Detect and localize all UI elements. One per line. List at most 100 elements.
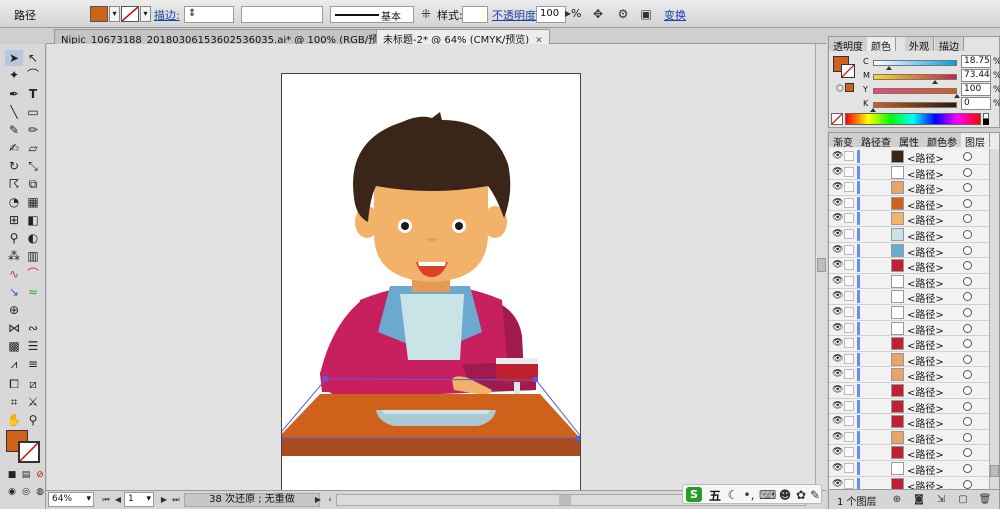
symbol-icon[interactable]: ⁜: [418, 6, 434, 22]
layer-name[interactable]: <路径>: [907, 244, 944, 259]
layer-row[interactable]: 👁 <路径>: [829, 461, 989, 477]
layer-row[interactable]: 👁 <路径>: [829, 445, 989, 461]
visibility-eye-icon[interactable]: 👁: [832, 385, 843, 395]
scale-tool-icon[interactable]: ⤡: [24, 158, 42, 174]
wrench-icon[interactable]: ✎: [807, 487, 823, 503]
tab-document-2[interactable]: 未标题-2* @ 64% (CMYK/预览) ✕: [376, 29, 550, 46]
layer-name[interactable]: <路径>: [907, 368, 944, 383]
layer-name[interactable]: <路径>: [907, 431, 944, 446]
layer-name[interactable]: <路径>: [907, 337, 944, 352]
pen-tool-icon[interactable]: ✒: [5, 86, 23, 102]
target-circle-icon[interactable]: [963, 152, 972, 161]
layer-name[interactable]: <路径>: [907, 197, 944, 212]
target-circle-icon[interactable]: [963, 292, 972, 302]
new-layer-icon[interactable]: ▢: [955, 492, 971, 508]
lasso-icon[interactable]: ⌒: [24, 67, 42, 83]
channel-k[interactable]: K 0 %: [863, 97, 1000, 112]
lock-toggle[interactable]: [844, 478, 854, 489]
layer-row[interactable]: 👁 <路径>: [829, 414, 989, 430]
crosshair-icon[interactable]: ⊕: [5, 302, 23, 318]
channel-thumb[interactable]: [885, 66, 892, 70]
stroke-link[interactable]: 描边:: [154, 7, 180, 23]
color-spectrum[interactable]: [845, 113, 981, 125]
perspective-grid-icon[interactable]: ▦: [24, 194, 42, 210]
layer-name[interactable]: <路径>: [907, 181, 944, 196]
canvas-area[interactable]: [47, 44, 815, 490]
chart-icon[interactable]: ⩘: [5, 356, 23, 372]
none-swatch[interactable]: [831, 113, 843, 125]
paintbrush-icon[interactable]: ✎: [5, 122, 23, 138]
artboard-tool-icon[interactable]: ⧠: [5, 376, 23, 392]
layer-name[interactable]: <路径>: [907, 306, 944, 321]
lock-toggle[interactable]: [844, 213, 854, 224]
last-color-swatch[interactable]: [845, 83, 854, 92]
tab-pathfinder[interactable]: 路径查: [857, 133, 896, 149]
grid-icon[interactable]: ▩: [5, 338, 23, 354]
visibility-eye-icon[interactable]: 👁: [832, 276, 843, 286]
lock-toggle[interactable]: [844, 244, 854, 255]
hand-tool-icon[interactable]: ✋: [5, 412, 23, 428]
target-circle-icon[interactable]: [963, 308, 972, 317]
target-circle-icon[interactable]: [963, 261, 972, 271]
layer-name[interactable]: <路径>: [907, 446, 944, 461]
visibility-eye-icon[interactable]: 👁: [832, 479, 843, 489]
target-circle-icon[interactable]: [963, 214, 972, 224]
channel-bar[interactable]: [873, 102, 957, 108]
channel-thumb[interactable]: [870, 108, 876, 112]
layer-row[interactable]: 👁 <路径>: [829, 164, 989, 181]
layer-name[interactable]: <路径>: [907, 462, 944, 477]
input-mode-label[interactable]: 五: [709, 487, 721, 504]
visibility-eye-icon[interactable]: 👁: [832, 432, 843, 442]
lock-toggle[interactable]: [844, 151, 854, 161]
artboard[interactable]: [274, 73, 584, 490]
scroll-thumb[interactable]: [559, 495, 571, 505]
target-circle-icon[interactable]: [963, 276, 972, 286]
visibility-eye-icon[interactable]: 👁: [832, 151, 843, 161]
bounds-icon[interactable]: ⋈: [5, 320, 23, 336]
eraser-icon[interactable]: ▱: [24, 140, 42, 156]
layer-row[interactable]: 👁 <路径>: [829, 258, 989, 274]
layer-row[interactable]: 👁 <路径>: [829, 429, 989, 446]
scribble-icon[interactable]: ∿: [5, 266, 23, 282]
target-circle-icon[interactable]: [963, 339, 972, 349]
lock-toggle[interactable]: [844, 463, 854, 473]
mesh-tool-icon[interactable]: ⊞: [5, 212, 23, 228]
channel-value[interactable]: 73.44: [961, 69, 991, 82]
column-graph-icon[interactable]: ▥: [24, 248, 42, 264]
visibility-eye-icon[interactable]: 👁: [832, 307, 843, 317]
visibility-eye-icon[interactable]: 👁: [832, 182, 843, 192]
magic-wand-icon[interactable]: ✦: [5, 67, 23, 83]
layer-row[interactable]: 👁 <路径>: [829, 180, 989, 196]
tab-color[interactable]: 颜色: [867, 37, 896, 53]
tab-gradient[interactable]: 渐变: [829, 133, 858, 149]
join-icon[interactable]: ↘: [5, 284, 23, 300]
target-circle-icon[interactable]: [963, 448, 972, 458]
lock-toggle[interactable]: [844, 353, 854, 364]
anchor-point[interactable]: [323, 376, 328, 381]
layer-row[interactable]: 👁 <路径>: [829, 289, 989, 305]
punctuation-icon[interactable]: •,: [741, 487, 757, 503]
brush-definition-field[interactable]: 基本: [330, 6, 414, 23]
lock-toggle[interactable]: [844, 197, 854, 208]
eyedropper-icon[interactable]: ⚲: [5, 230, 23, 246]
layer-row[interactable]: 👁 <路径>: [829, 273, 989, 290]
visibility-eye-icon[interactable]: 👁: [832, 198, 843, 208]
scroll-thumb[interactable]: [817, 258, 826, 272]
stroke-dropdown[interactable]: ▾: [140, 6, 151, 22]
artboard-number-field[interactable]: 1 ▾: [124, 492, 154, 507]
layer-name[interactable]: <路径>: [907, 275, 944, 290]
layer-row[interactable]: 👁 <路径>: [829, 383, 989, 399]
target-circle-icon[interactable]: [963, 401, 972, 411]
layer-name[interactable]: <路径>: [907, 400, 944, 415]
channel-value[interactable]: 0: [961, 97, 991, 110]
fill-swatch[interactable]: [90, 6, 108, 22]
align-icon[interactable]: ▣: [638, 6, 654, 22]
layer-row[interactable]: 👁 <路径>: [829, 476, 989, 489]
visibility-eye-icon[interactable]: 👁: [832, 245, 843, 255]
target-circle-icon[interactable]: [963, 354, 972, 364]
lock-toggle[interactable]: [844, 322, 854, 333]
target-circle-icon[interactable]: [963, 198, 972, 208]
tab-transparency[interactable]: 透明度: [829, 37, 868, 53]
pencil-icon[interactable]: ✏: [24, 122, 42, 138]
channel-bar[interactable]: [873, 74, 957, 80]
